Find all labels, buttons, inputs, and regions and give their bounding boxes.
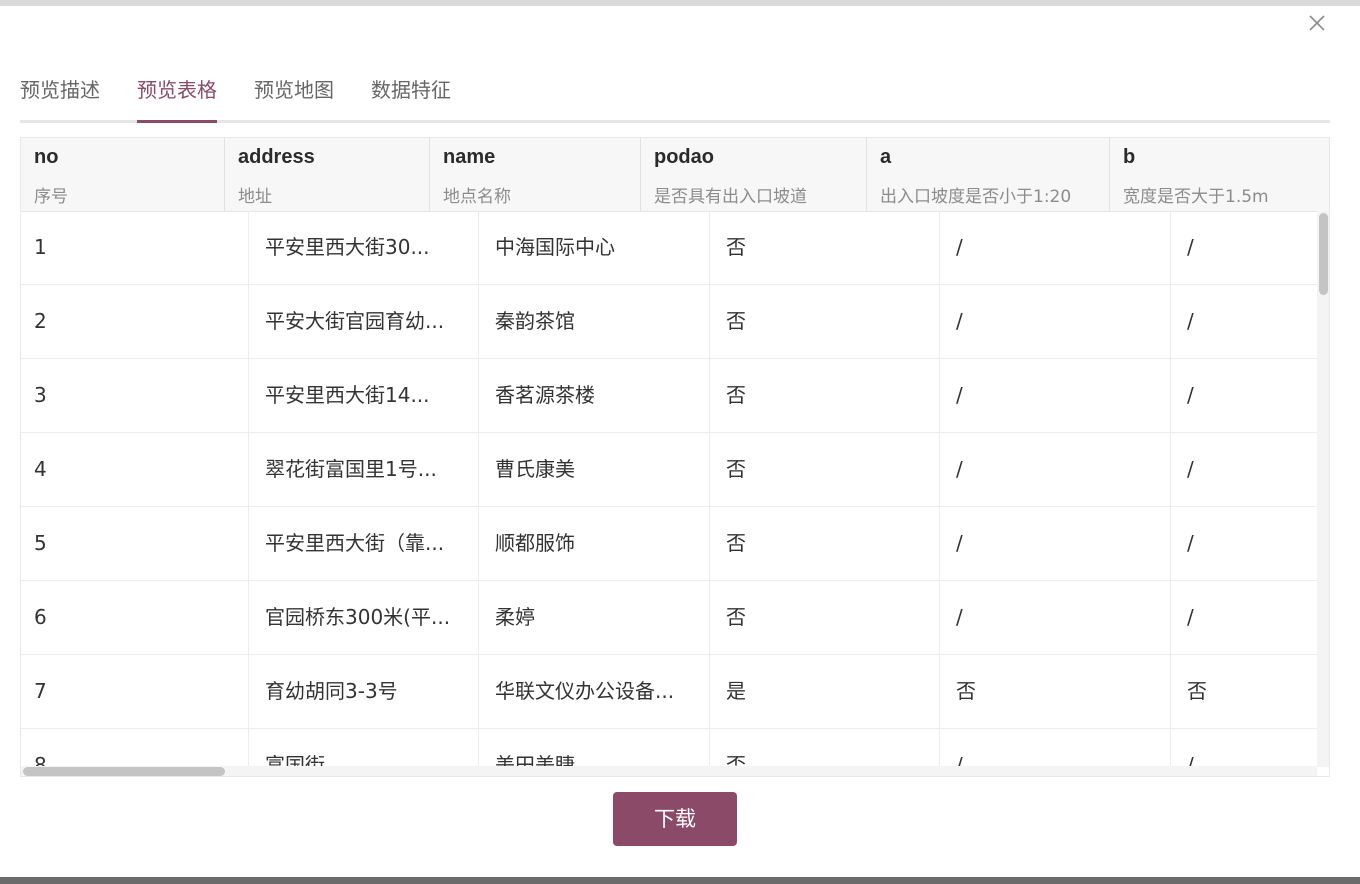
cell-address: 育幼胡同3-3号 [249, 655, 479, 728]
cell-b: / [1187, 309, 1194, 333]
column-description: 是否具有出入口坡道 [654, 187, 807, 207]
column-description: 出入口坡度是否小于1:20 [880, 187, 1072, 207]
column-field-name: b [1123, 146, 1136, 168]
data-table: no 序号 address 地址 name 地点名称 podao 是否具有出入口… [20, 137, 1330, 777]
download-button[interactable]: 下载 [613, 792, 737, 846]
table-header: no 序号 address 地址 name 地点名称 podao 是否具有出入口… [21, 138, 1329, 212]
tab-data-features[interactable]: 数据特征 [371, 74, 451, 120]
horizontal-scrollbar[interactable] [21, 766, 1317, 776]
table-row[interactable]: 3 平安里西大街14... 香茗源茶楼否 / / [21, 359, 1317, 433]
cell-name: 中海国际中心 [479, 211, 710, 284]
cell-name: 秦韵茶馆 [479, 285, 710, 358]
column-description: 地点名称 [443, 187, 511, 207]
preview-tabs: 预览描述 预览表格 预览地图 数据特征 [20, 62, 1330, 123]
cell-b: 否 [1187, 679, 1207, 703]
table-row[interactable]: 6 官园桥东300米(平... 柔婷否 / / [21, 581, 1317, 655]
column-description: 序号 [34, 187, 68, 207]
cell-a: / [940, 729, 1171, 767]
table-body: 1 平安里西大街30... 中海国际中心否 //2 平安大街官园育幼... 秦韵茶馆否 / /… [21, 211, 1317, 767]
cell-name: 美田美睫 [479, 729, 710, 767]
cell-a: 否 [940, 655, 1171, 728]
column-header-b[interactable]: b 宽度是否大于1.5m [1110, 138, 1329, 211]
column-field-name: a [880, 146, 892, 168]
cell-address: 平安里西大街（靠... [249, 507, 479, 580]
cell-podao: 否 [710, 285, 940, 358]
column-header-address[interactable]: address 地址 [225, 138, 430, 211]
cell-no: 1 [21, 211, 249, 284]
column-header-podao[interactable]: podao 是否具有出入口坡道 [641, 138, 867, 211]
vertical-scroll-thumb[interactable] [1319, 213, 1328, 295]
cell-podao: 否 [710, 507, 940, 580]
cell-podao: 否 [710, 581, 940, 654]
cell-no: 6 [21, 581, 249, 654]
table-row[interactable]: 4 翠花街富国里1号... 曹氏康美否 / / [21, 433, 1317, 507]
cell-a: / [940, 507, 1171, 580]
cell-b: / [1187, 235, 1194, 259]
column-field-name: no [34, 146, 59, 168]
cell-podao: 否 [710, 211, 940, 284]
cell-name: 顺都服饰 [479, 507, 710, 580]
horizontal-scroll-thumb[interactable] [23, 767, 225, 776]
cell-b: / [1187, 383, 1194, 407]
column-description: 宽度是否大于1.5m [1123, 187, 1269, 207]
cell-a: / [940, 285, 1171, 358]
cell-b: / [1187, 753, 1194, 767]
cell-no: 3 [21, 359, 249, 432]
cell-a: / [940, 211, 1171, 284]
cell-b: / [1187, 605, 1194, 629]
cell-a: / [940, 359, 1171, 432]
column-header-no[interactable]: no 序号 [21, 138, 225, 211]
cell-address: 官园桥东300米(平... [249, 581, 479, 654]
cell-no: 2 [21, 285, 249, 358]
table-row[interactable]: 8 富国街 美田美睫否 / / [21, 729, 1317, 767]
cell-b: / [1187, 457, 1194, 481]
cell-address: 翠花街富国里1号... [249, 433, 479, 506]
modal-bottom-border [0, 877, 1360, 884]
cell-address: 平安大街官园育幼... [249, 285, 479, 358]
cell-address: 平安里西大街14... [249, 359, 479, 432]
cell-no: 8 [21, 729, 249, 767]
column-header-name[interactable]: name 地点名称 [430, 138, 641, 211]
tab-preview-map[interactable]: 预览地图 [254, 74, 334, 120]
cell-podao: 否 [710, 433, 940, 506]
cell-a: / [940, 581, 1171, 654]
cell-address: 平安里西大街30... [249, 211, 479, 284]
table-row[interactable]: 7 育幼胡同3-3号 华联文仪办公设备... 是否否 [21, 655, 1317, 729]
cell-name: 华联文仪办公设备... [479, 655, 710, 728]
column-header-a[interactable]: a 出入口坡度是否小于1:20 [867, 138, 1110, 211]
cell-no: 4 [21, 433, 249, 506]
close-button[interactable] [1303, 9, 1331, 37]
cell-name: 柔婷 [479, 581, 710, 654]
close-icon [1309, 15, 1325, 31]
table-row[interactable]: 5 平安里西大街（靠... 顺都服饰否 / / [21, 507, 1317, 581]
cell-no: 5 [21, 507, 249, 580]
column-description: 地址 [238, 187, 272, 207]
table-row[interactable]: 1 平安里西大街30... 中海国际中心否 / / [21, 211, 1317, 285]
tab-preview-table[interactable]: 预览表格 [137, 74, 217, 123]
cell-address: 富国街 [249, 729, 479, 767]
cell-name: 曹氏康美 [479, 433, 710, 506]
modal-top-border [0, 0, 1360, 6]
cell-podao: 否 [710, 359, 940, 432]
cell-name: 香茗源茶楼 [479, 359, 710, 432]
cell-no: 7 [21, 655, 249, 728]
cell-podao: 是 [710, 655, 940, 728]
cell-b: / [1187, 531, 1194, 555]
tab-preview-description[interactable]: 预览描述 [20, 74, 100, 120]
column-field-name: name [443, 146, 496, 168]
cell-a: / [940, 433, 1171, 506]
cell-podao: 否 [710, 729, 940, 767]
column-field-name: podao [654, 146, 714, 168]
table-row[interactable]: 2 平安大街官园育幼... 秦韵茶馆否 / / [21, 285, 1317, 359]
column-field-name: address [238, 146, 315, 168]
vertical-scrollbar[interactable] [1317, 211, 1329, 767]
